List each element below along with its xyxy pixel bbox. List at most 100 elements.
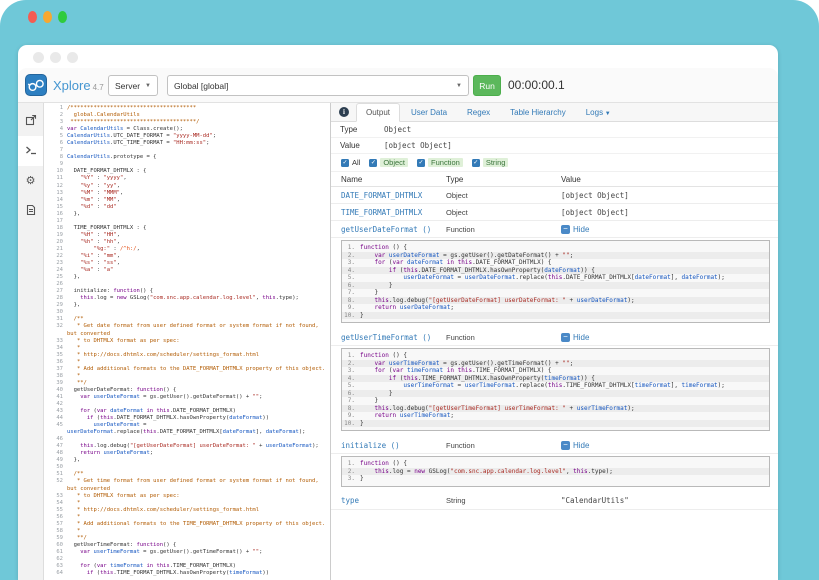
editor-line[interactable]: 30 (44, 309, 330, 316)
property-name-link[interactable]: TIME_FORMAT_DHTMLX (341, 208, 446, 217)
editor-line[interactable]: 13 "%M" : "MMM", (44, 190, 330, 197)
editor-line[interactable]: 10 DATE_FORMAT_DHTMLX : { (44, 168, 330, 175)
editor-line[interactable]: 16 }, (44, 211, 330, 218)
editor-line[interactable]: 62 (44, 556, 330, 563)
rail-item-terminal[interactable] (18, 136, 43, 166)
editor-line[interactable]: 54 * (44, 500, 330, 507)
filter-label[interactable]: All (352, 158, 360, 167)
editor-line[interactable]: 29 }, (44, 302, 330, 309)
filter-string[interactable]: ✓String (472, 158, 509, 167)
editor-line[interactable]: 52 * Get time format from user defined f… (44, 478, 330, 492)
run-button[interactable]: Run (473, 75, 501, 96)
filter-label[interactable]: Function (428, 158, 463, 167)
editor-line[interactable]: 1/************************************** (44, 105, 330, 112)
editor-line[interactable]: 25 }, (44, 274, 330, 281)
editor-line[interactable]: 63 for (var timeFormat in this.TIME_FORM… (44, 563, 330, 570)
editor-line[interactable]: 5CalendarUtils.UTC_DATE_FORMAT = "yyyy-M… (44, 133, 330, 140)
filter-object[interactable]: ✓Object (369, 158, 408, 167)
filter-all[interactable]: ✓All (341, 158, 360, 167)
editor-line[interactable]: 40 getUserDateFormat: function() { (44, 387, 330, 394)
editor-line[interactable]: 2 global.CalendarUtils (44, 112, 330, 119)
editor-line[interactable]: 42 (44, 401, 330, 408)
filter-function[interactable]: ✓Function (417, 158, 463, 167)
filter-label[interactable]: Object (380, 158, 408, 167)
editor-line[interactable]: 35 * http://docs.dhtmlx.com/scheduler/se… (44, 352, 330, 359)
property-name-link[interactable]: getUserDateFormat () (341, 225, 446, 234)
editor-line[interactable]: 22 "%i" : "mm", (44, 253, 330, 260)
editor-line[interactable]: 49 }, (44, 457, 330, 464)
editor-line[interactable]: 32 * Get date format from user defined f… (44, 323, 330, 337)
editor-line[interactable]: 64 if (this.TIME_FORMAT_DHTMLX.hasOwnPro… (44, 570, 330, 577)
editor-line[interactable]: 15 "%d" : "dd" (44, 204, 330, 211)
tab-output[interactable]: Output (356, 103, 400, 122)
editor-line[interactable]: 6CalendarUtils.UTC_TIME_FORMAT = "HH:mm:… (44, 140, 330, 147)
editor-line[interactable]: 8CalendarUtils.prototype = { (44, 154, 330, 161)
checkbox-checked-icon[interactable]: ✓ (417, 159, 425, 167)
editor-line[interactable]: 17 (44, 218, 330, 225)
property-name-link[interactable]: type (341, 496, 446, 505)
editor-line[interactable]: 26 (44, 281, 330, 288)
editor-line[interactable]: 53 * to DHTMLX format as per spec: (44, 493, 330, 500)
editor-line[interactable]: 20 "%h" : "hh", (44, 239, 330, 246)
editor-line[interactable]: 50 (44, 464, 330, 471)
editor-line[interactable]: 34 * (44, 345, 330, 352)
property-name-link[interactable]: getUserTimeFormat () (341, 333, 446, 342)
editor-line[interactable]: 57 * Add additional formats to the TIME_… (44, 521, 330, 528)
rail-item-script[interactable] (18, 196, 43, 226)
minimize-window-icon[interactable] (43, 11, 52, 23)
editor-line[interactable]: 38 * (44, 373, 330, 380)
editor-line[interactable]: 48 return userDateFormat; (44, 450, 330, 457)
tab-logs[interactable]: Logs ▼ (577, 104, 620, 121)
editor-line[interactable]: 9 (44, 161, 330, 168)
hide-link[interactable]: −Hide (561, 441, 589, 450)
editor-line[interactable]: 59 **/ (44, 535, 330, 542)
editor-line[interactable]: 19 "%H" : "HH", (44, 232, 330, 239)
editor-line[interactable]: 60 getUserTimeFormat: function() { (44, 542, 330, 549)
close-window-icon[interactable] (28, 11, 37, 23)
editor-line[interactable]: 56 * (44, 514, 330, 521)
tab-table-hierarchy[interactable]: Table Hierarchy (501, 104, 575, 121)
editor-line[interactable]: 7 (44, 147, 330, 154)
editor-line[interactable]: 46 (44, 436, 330, 443)
editor-line[interactable]: 37 * Add additional formats to the DATE_… (44, 366, 330, 373)
info-icon[interactable]: i (339, 107, 349, 117)
editor-line[interactable]: 36 * (44, 359, 330, 366)
editor-line[interactable]: 33 * to DHTMLX format as per spec: (44, 338, 330, 345)
editor-line[interactable]: 41 var userDateFormat = gs.getUser().get… (44, 394, 330, 401)
hide-link[interactable]: −Hide (561, 225, 589, 234)
editor-line[interactable]: 3 **************************************… (44, 119, 330, 126)
rail-item-open-external[interactable] (18, 106, 43, 136)
scope-select[interactable]: Global [global]▼ (167, 75, 469, 96)
editor-line[interactable]: 28 this.log = new GSLog("com.snc.app.cal… (44, 295, 330, 302)
editor-line[interactable]: 18 TIME_FORMAT_DHTMLX : { (44, 225, 330, 232)
editor-line[interactable]: 51 /** (44, 471, 330, 478)
editor-line[interactable]: 43 for (var dateFormat in this.DATE_FORM… (44, 408, 330, 415)
editor-line[interactable]: 4var CalendarUtils = Class.create(); (44, 126, 330, 133)
filter-label[interactable]: String (483, 158, 509, 167)
editor-line[interactable]: 21 "%g:" : /^h:/, (44, 246, 330, 253)
editor-line[interactable]: 55 * http://docs.dhtmlx.com/scheduler/se… (44, 507, 330, 514)
editor-line[interactable]: 23 "%s" : "ss", (44, 260, 330, 267)
checkbox-checked-icon[interactable]: ✓ (341, 159, 349, 167)
tab-regex[interactable]: Regex (458, 104, 499, 121)
editor-line[interactable]: 58 * (44, 528, 330, 535)
editor-line[interactable]: 11 "%Y" : "yyyy", (44, 175, 330, 182)
editor-line[interactable]: 61 var userTimeFormat = gs.getUser().get… (44, 549, 330, 556)
checkbox-checked-icon[interactable]: ✓ (472, 159, 480, 167)
editor-line[interactable]: 14 "%m" : "MM", (44, 197, 330, 204)
editor-line[interactable]: 31 /** (44, 316, 330, 323)
editor-line[interactable]: 27 initialize: function() { (44, 288, 330, 295)
editor-line[interactable]: 44 if (this.DATE_FORMAT_DHTMLX.hasOwnPro… (44, 415, 330, 422)
rail-item-gear[interactable]: ⚙ (18, 166, 43, 196)
server-select[interactable]: Server▼ (108, 75, 158, 96)
editor-line[interactable]: 24 "%a" : "a" (44, 267, 330, 274)
tab-user-data[interactable]: User Data (402, 104, 456, 121)
code-editor[interactable]: 1/**************************************… (44, 103, 331, 580)
hide-link[interactable]: −Hide (561, 333, 589, 342)
editor-line[interactable]: 39 **/ (44, 380, 330, 387)
checkbox-checked-icon[interactable]: ✓ (369, 159, 377, 167)
editor-line[interactable]: 45 userDateFormat = userDateFormat.repla… (44, 422, 330, 436)
property-name-link[interactable]: DATE_FORMAT_DHTMLX (341, 191, 446, 200)
editor-line[interactable]: 12 "%y" : "yy", (44, 183, 330, 190)
editor-line[interactable]: 47 this.log.debug("[getUserDateFormat] u… (44, 443, 330, 450)
